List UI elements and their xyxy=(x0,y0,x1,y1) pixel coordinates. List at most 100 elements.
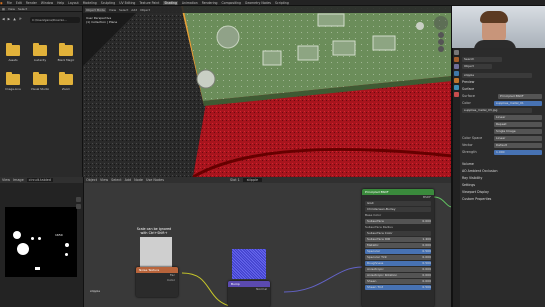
ne-menu-node[interactable]: Node xyxy=(134,178,143,182)
strength-slider[interactable]: 1.000 xyxy=(494,149,542,155)
node-editor[interactable]: Object View Select Add Node Use Nodes Sl… xyxy=(84,177,452,307)
use-nodes-checkbox[interactable]: Use Nodes xyxy=(146,178,164,182)
vp-menu-view[interactable]: View xyxy=(109,8,116,12)
menu-help[interactable]: Help xyxy=(57,1,64,5)
source-dropdown[interactable]: Single Image xyxy=(494,128,542,134)
fb-menu-view[interactable]: View xyxy=(8,7,15,11)
slot-dropdown[interactable]: Slot 1 xyxy=(230,178,240,182)
vp-menu-add[interactable]: Add xyxy=(131,8,137,12)
socket-color[interactable]: Color xyxy=(136,278,178,283)
field-sheen[interactable]: Sheen 0.000 xyxy=(365,279,431,284)
socket-normal[interactable]: Normal xyxy=(228,287,270,292)
section-viewport-display[interactable]: Viewport Display xyxy=(462,189,542,195)
modifier-tab-icon[interactable] xyxy=(454,85,459,90)
material-tab-icon[interactable] xyxy=(454,92,459,97)
field-anisotropic[interactable]: Anisotropic 0.000 xyxy=(365,267,431,272)
hand-icon[interactable] xyxy=(438,39,444,45)
3d-viewport[interactable]: Object Mode View Select Add Object User … xyxy=(83,6,452,177)
zoom-icon[interactable] xyxy=(438,32,444,38)
blender-logo-icon[interactable]: ◉ xyxy=(0,1,3,5)
object-field[interactable]: Object xyxy=(462,63,492,69)
principled-bsdf-node[interactable]: Principled BSDF BSDF GGX Christensen-Bur… xyxy=(362,189,434,307)
folder-icon[interactable] xyxy=(6,72,20,85)
ne-object-dropdown[interactable]: Object xyxy=(86,178,97,182)
forward-arrow-icon[interactable]: ▶ xyxy=(8,17,11,21)
section-ray-visibility[interactable]: Ray Visibility xyxy=(462,175,542,181)
noise-texture-node[interactable]: Noise Texture Fac Color xyxy=(136,267,178,297)
interpolation-dropdown[interactable]: Linear xyxy=(494,114,542,120)
field-specular[interactable]: Specular 0.500 xyxy=(365,249,431,254)
tab-animation[interactable]: Animation xyxy=(182,1,198,5)
editor-type-icon[interactable]: ▦ xyxy=(2,7,5,11)
hand-icon[interactable] xyxy=(76,197,81,202)
ie-menu-image[interactable]: Image xyxy=(13,178,24,182)
field-metallic[interactable]: Metallic 0.000 xyxy=(365,243,431,248)
section-custom-properties[interactable]: Custom Properties xyxy=(462,196,542,202)
camera-icon[interactable] xyxy=(438,46,444,52)
section-volume[interactable]: Volume xyxy=(462,161,542,167)
folder-icon[interactable] xyxy=(59,43,73,56)
color-texture-field[interactable]: supplies_metal_01 xyxy=(494,100,542,106)
field-specular-tint[interactable]: Specular Tint 0.000 xyxy=(365,255,431,260)
section-ao[interactable]: AO Ambient Occlusion xyxy=(462,168,542,174)
tab-geometry-nodes[interactable]: Geometry Nodes xyxy=(245,1,271,5)
axis-gizmo[interactable] xyxy=(434,16,448,30)
extension-dropdown[interactable]: Repeat xyxy=(494,121,542,127)
bump-node[interactable]: Bump Normal xyxy=(228,281,270,307)
vp-menu-object[interactable]: Object xyxy=(140,8,150,12)
parent-folder-icon[interactable]: ▲ xyxy=(13,17,16,21)
menu-window[interactable]: Window xyxy=(41,1,53,5)
surface-shader-field[interactable]: Principled BSDF xyxy=(498,93,542,99)
folder-icon[interactable] xyxy=(59,72,73,85)
folder-icon[interactable] xyxy=(6,43,20,56)
scene-tab-icon[interactable] xyxy=(454,71,459,76)
subsurface-method-dropdown[interactable]: Christensen-Burley xyxy=(365,207,431,212)
menu-render[interactable]: Render xyxy=(26,1,37,5)
image-name-field[interactable]: circuit.tabled xyxy=(26,178,53,182)
ie-menu-view[interactable]: View xyxy=(2,178,10,182)
output-tab-icon[interactable] xyxy=(454,64,459,69)
ne-menu-add[interactable]: Add xyxy=(125,178,132,182)
mode-dropdown[interactable]: Object Mode xyxy=(85,7,106,12)
folder-icon[interactable] xyxy=(33,72,47,85)
colorspace-dropdown[interactable]: Linear xyxy=(494,135,542,141)
socket-base-color[interactable]: Base Color xyxy=(362,213,434,218)
field-subsurface-ior[interactable]: Subsurface IOR 1.400 xyxy=(365,237,431,242)
menu-edit[interactable]: Edit xyxy=(16,1,22,5)
tab-uv-editing[interactable]: UV Editing xyxy=(119,1,135,5)
field-sheen-tint[interactable]: Sheen Tint 0.500 xyxy=(365,285,431,290)
field-subsurface[interactable]: Subsurface 0.000 xyxy=(365,219,431,224)
subsurface-color-field[interactable]: Subsurface Color xyxy=(365,231,431,236)
tab-compositing[interactable]: Compositing xyxy=(222,1,241,5)
socket-bsdf[interactable]: BSDF xyxy=(362,195,434,200)
field-roughness[interactable]: Roughness 0.500 xyxy=(365,261,431,266)
render-tab-icon[interactable] xyxy=(454,57,459,62)
tab-layout[interactable]: Layout xyxy=(68,1,79,5)
section-settings[interactable]: Settings xyxy=(462,182,542,188)
material-name-field[interactable]: stipple xyxy=(462,72,532,78)
socket-subsurface-radius[interactable]: Subsurface Radius xyxy=(362,225,434,230)
image-name-field[interactable]: supplies_metal_03.jpg xyxy=(462,107,532,113)
ne-menu-select[interactable]: Select xyxy=(111,178,121,182)
tab-texture-paint[interactable]: Texture Paint xyxy=(139,1,159,5)
back-arrow-icon[interactable]: ◀ xyxy=(2,17,5,21)
props-search[interactable]: Search xyxy=(462,56,502,62)
field-anisotropic-rotation[interactable]: Anisotropic Rotation 0.000 xyxy=(365,273,431,278)
object-tab-icon[interactable] xyxy=(454,78,459,83)
section-preview[interactable]: Preview xyxy=(462,79,542,85)
fb-menu-select[interactable]: Select xyxy=(18,7,27,11)
material-field[interactable]: stipple xyxy=(242,178,263,182)
tab-scripting[interactable]: Scripting xyxy=(275,1,289,5)
tab-modeling[interactable]: Modeling xyxy=(83,1,97,5)
tab-shading[interactable]: Shading xyxy=(163,0,178,5)
zoom-icon[interactable] xyxy=(76,204,81,209)
vector-field[interactable]: Default xyxy=(494,142,542,148)
tool-tab-icon[interactable] xyxy=(454,50,459,55)
refresh-icon[interactable]: ⟳ xyxy=(19,17,22,21)
section-surface[interactable]: Surface xyxy=(462,86,542,92)
path-field[interactable]: C:\Users\Jana\Downlo... xyxy=(30,17,80,23)
vp-menu-select[interactable]: Select xyxy=(119,8,128,12)
ne-menu-view[interactable]: View xyxy=(100,178,108,182)
distribution-dropdown[interactable]: GGX xyxy=(365,201,431,206)
tab-sculpting[interactable]: Sculpting xyxy=(101,1,115,5)
